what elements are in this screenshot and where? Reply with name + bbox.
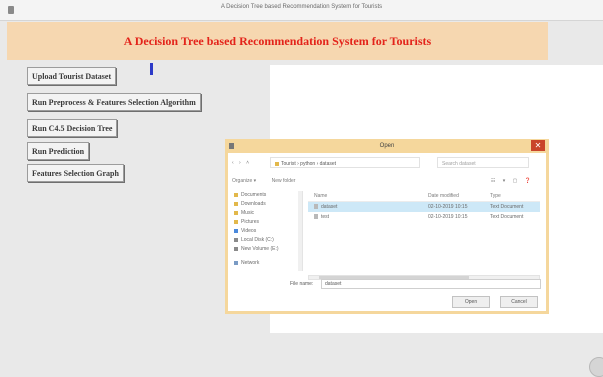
file-row[interactable]: dataset 02-10-2019 10:15 Text Document <box>308 202 540 212</box>
organize-menu[interactable]: Organize ▾ <box>232 178 256 184</box>
window-titlebar: A Decision Tree based Recommendation Sys… <box>0 0 603 21</box>
nav-item-network[interactable]: Network <box>232 259 302 268</box>
text-file-icon <box>314 214 318 220</box>
text-file-icon <box>314 204 318 210</box>
navigation-pane: Documents Downloads Music Pictures Video… <box>232 191 303 271</box>
help-icon[interactable] <box>589 357 603 377</box>
open-file-dialog: Open ✕ ‹ › ˄ Tourist › python › dataset … <box>225 139 549 314</box>
address-bar-row: ‹ › ˄ Tourist › python › dataset Search … <box>232 157 542 169</box>
dialog-body: ‹ › ˄ Tourist › python › dataset Search … <box>228 153 546 311</box>
nav-item-documents[interactable]: Documents <box>232 191 302 200</box>
filename-label: File name: <box>290 281 314 287</box>
search-input[interactable]: Search dataset <box>437 157 529 168</box>
address-bar[interactable]: Tourist › python › dataset <box>270 157 420 168</box>
nav-item-downloads[interactable]: Downloads <box>232 200 302 209</box>
dialog-toolbar: Organize ▾ New folder ☷ ▾ ▢ ❓ <box>232 175 542 187</box>
column-date[interactable]: Date modified <box>428 191 459 201</box>
text-cursor <box>150 63 153 75</box>
new-folder-button[interactable]: New folder <box>272 178 296 184</box>
breadcrumb: Tourist › python › dataset <box>281 161 337 167</box>
nav-arrows[interactable]: ‹ › ˄ <box>232 157 251 169</box>
folder-icon <box>275 161 279 166</box>
run-preprocess-button[interactable]: Run Preprocess & Features Selection Algo… <box>27 93 201 111</box>
window-title: A Decision Tree based Recommendation Sys… <box>220 4 383 10</box>
folder-icon <box>234 228 238 233</box>
network-icon <box>234 260 238 265</box>
nav-item-videos[interactable]: Videos <box>232 227 302 236</box>
folder-icon <box>234 210 238 215</box>
open-button[interactable]: Open <box>452 296 490 308</box>
upload-dataset-button[interactable]: Upload Tourist Dataset <box>27 67 117 85</box>
nav-item-music[interactable]: Music <box>232 209 302 218</box>
filename-input[interactable]: dataset <box>321 279 541 289</box>
nav-item-new-volume[interactable]: New Volume (E:) <box>232 245 302 254</box>
nav-scrollbar[interactable] <box>298 191 302 271</box>
dialog-title: Open <box>379 143 395 149</box>
drive-icon <box>234 246 238 251</box>
view-options-icons[interactable]: ☷ ▾ ▢ ❓ <box>491 175 534 187</box>
folder-icon <box>234 192 238 197</box>
file-list-header: Name Date modified Type <box>308 191 540 202</box>
folder-icon <box>234 219 238 224</box>
dialog-titlebar: Open <box>225 139 549 153</box>
features-graph-button[interactable]: Features Selection Graph <box>27 164 124 182</box>
close-icon[interactable]: ✕ <box>531 140 545 151</box>
folder-icon <box>234 201 238 206</box>
page-title: A Decision Tree based Recommendation Sys… <box>123 34 432 48</box>
cancel-button[interactable]: Cancel <box>500 296 538 308</box>
run-prediction-button[interactable]: Run Prediction <box>27 142 90 160</box>
app-header: A Decision Tree based Recommendation Sys… <box>7 22 548 60</box>
dialog-app-icon <box>229 143 234 149</box>
file-list: Name Date modified Type dataset 02-10-20… <box>308 191 540 271</box>
file-row[interactable]: test 02-10-2019 10:15 Text Document <box>308 212 540 222</box>
column-type[interactable]: Type <box>490 191 501 201</box>
column-name[interactable]: Name <box>314 191 327 201</box>
nav-item-local-disk[interactable]: Local Disk (C:) <box>232 236 302 245</box>
drive-icon <box>234 237 238 242</box>
nav-item-pictures[interactable]: Pictures <box>232 218 302 227</box>
run-c45-button[interactable]: Run C4.5 Decision Tree <box>27 119 118 137</box>
